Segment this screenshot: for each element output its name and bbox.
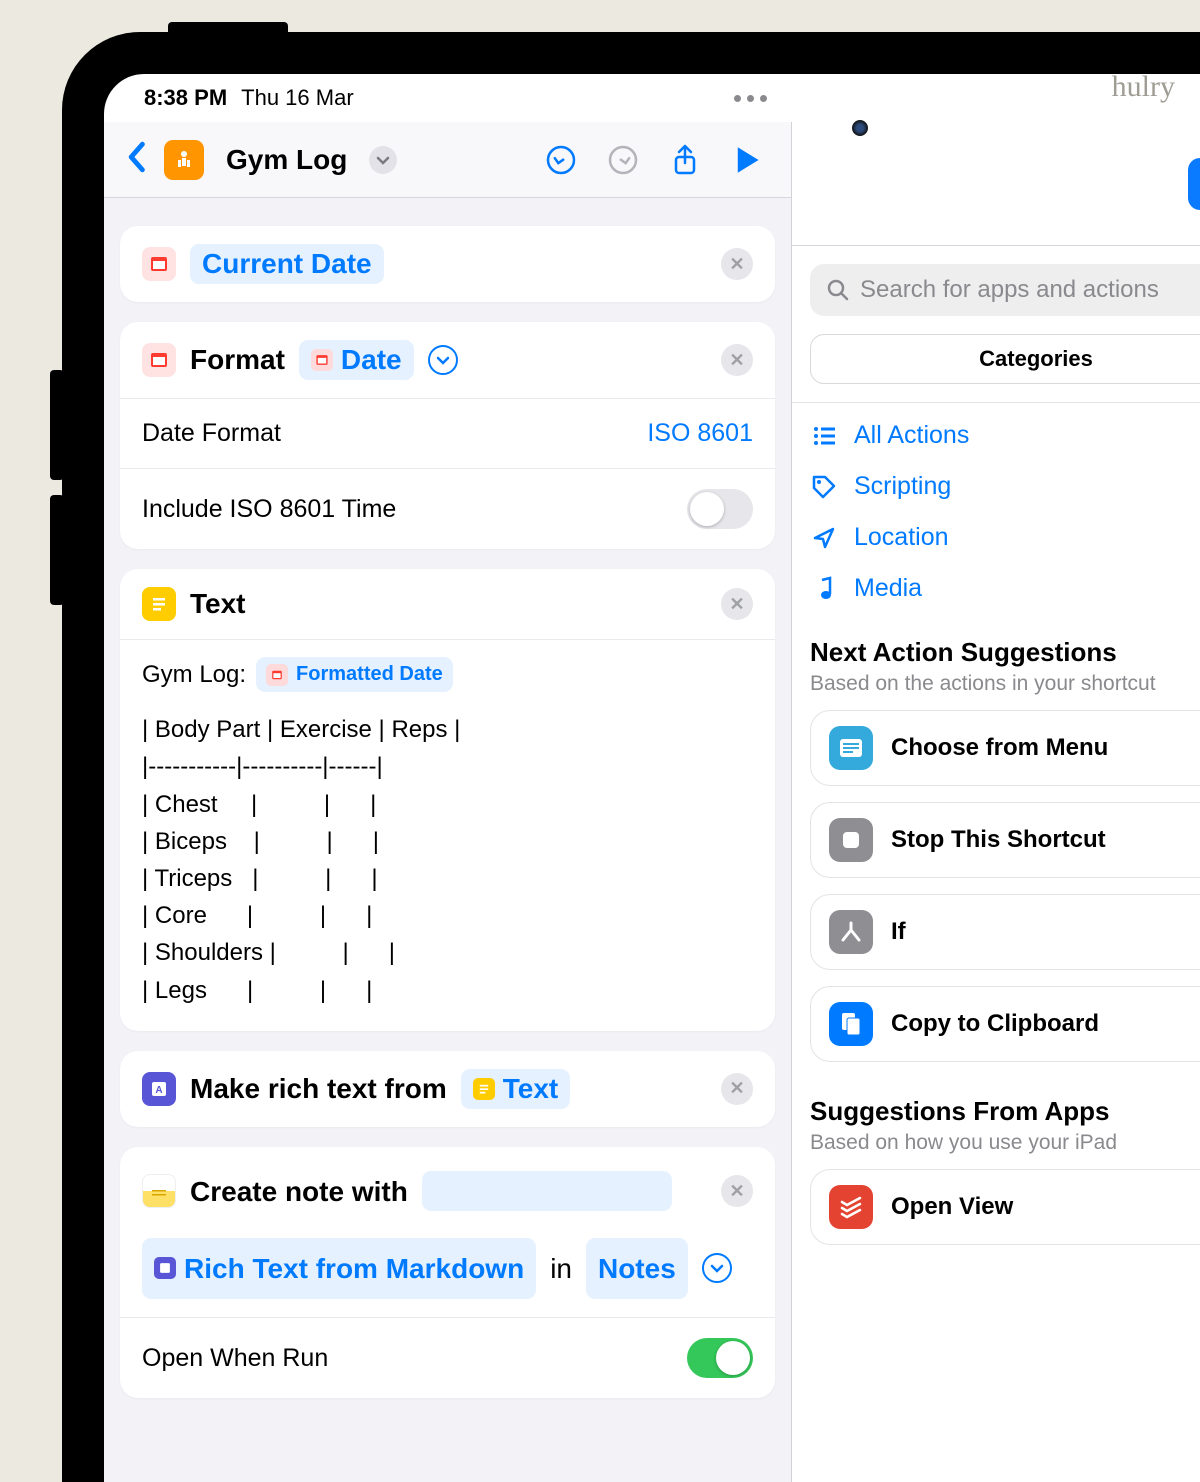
library-toolbar [792,122,1200,246]
include-time-label: Include ISO 8601 Time [142,495,396,524]
run-button[interactable] [725,138,769,182]
location-icon [810,526,838,550]
text-markdown-body: | Body Part | Exercise | Reps | |-------… [142,711,753,1009]
suggestion-stop-shortcut[interactable]: Stop This Shortcut [810,802,1200,878]
action-create-note[interactable]: Create note with ✕ Rich Text from Markdo… [120,1147,775,1398]
open-when-run-label: Open When Run [142,1344,328,1373]
clipboard-icon [829,1002,873,1046]
category-all-actions[interactable]: All Actions [810,421,1200,450]
tag-icon [810,474,838,500]
back-button[interactable] [126,141,146,178]
expand-action-icon[interactable] [428,345,458,375]
ipad-frame: 8:38 PM Thu 16 Mar Gym Log [62,32,1200,1482]
search-placeholder: Search for apps and actions [860,276,1159,304]
rich-text-verb: Make rich text from [190,1073,447,1105]
suggestions-from-sub: Based on how you use your iPad [792,1131,1200,1169]
search-icon [826,278,850,302]
category-scripting[interactable]: Scripting [810,472,1200,501]
segment-categories[interactable]: Categories [979,346,1093,372]
library-pane: Search for apps and actions Categories A… [792,122,1200,1482]
stop-icon [829,818,873,862]
delete-action-icon[interactable]: ✕ [721,588,753,620]
include-time-toggle[interactable] [687,489,753,529]
notes-app-icon [142,1174,176,1208]
share-button[interactable] [663,138,707,182]
undo-button[interactable] [539,138,583,182]
current-date-token[interactable]: Current Date [190,244,384,284]
rich-text-token[interactable]: Text [461,1069,571,1109]
notes-app-token[interactable]: Notes [586,1238,688,1299]
date-format-label: Date Format [142,419,281,448]
multitask-dots[interactable] [734,95,767,102]
open-when-run-toggle[interactable] [687,1338,753,1378]
delete-action-icon[interactable]: ✕ [721,1175,753,1207]
suggestion-choose-menu[interactable]: Choose from Menu [810,710,1200,786]
text-title: Text [190,588,246,620]
gallery-button[interactable] [1188,158,1200,210]
format-date-token[interactable]: Date [299,340,414,380]
branch-icon [829,910,873,954]
workflow-canvas: Current Date ✕ Format [104,198,791,1482]
expand-action-icon[interactable] [702,1253,732,1283]
todoist-icon [829,1185,873,1229]
delete-action-icon[interactable]: ✕ [721,1073,753,1105]
create-note-verb: Create note with [190,1165,408,1218]
suggestion-if[interactable]: If [810,894,1200,970]
row-open-when-run: Open When Run [120,1317,775,1398]
suggestion-open-view[interactable]: Open View [810,1169,1200,1245]
action-make-rich-text[interactable]: A Make rich text from Text ✕ [120,1051,775,1127]
delete-action-icon[interactable]: ✕ [721,344,753,376]
ipad-camera [852,120,868,136]
shortcut-title: Gym Log [226,144,347,176]
action-text[interactable]: Text ✕ Gym Log: Formatted Date [120,569,775,1031]
row-date-format[interactable]: Date Format ISO 8601 [120,398,775,468]
format-verb: Format [190,344,285,376]
rich-text-markdown-token[interactable]: Rich Text from Markdown [142,1238,536,1299]
date-app-icon [142,247,176,281]
category-location[interactable]: Location [810,523,1200,552]
editor-toolbar: Gym Log [104,122,791,198]
category-media[interactable]: Media [810,574,1200,603]
suggestion-list: Choose from Menu Stop This Shortcut If [792,710,1200,1062]
row-include-time: Include ISO 8601 Time [120,468,775,549]
richtext-app-icon: A [142,1072,176,1106]
status-bar: 8:38 PM Thu 16 Mar [104,74,1200,122]
date-format-value[interactable]: ISO 8601 [647,419,753,448]
list-icon [810,425,838,447]
next-suggestions-heading: Next Action Suggestions [792,603,1200,672]
create-note-blank-param[interactable] [422,1171,672,1211]
redo-button[interactable] [601,138,645,182]
music-icon [810,576,838,602]
status-time: 8:38 PM [144,85,227,111]
next-suggestions-sub: Based on the actions in your shortcut [792,672,1200,710]
delete-action-icon[interactable]: ✕ [721,248,753,280]
action-current-date[interactable]: Current Date ✕ [120,226,775,302]
in-word: in [550,1242,572,1295]
watermark: hulry [1112,70,1175,104]
screen: 8:38 PM Thu 16 Mar Gym Log [104,74,1200,1482]
text-content[interactable]: Gym Log: Formatted Date | Body Part | Ex… [120,639,775,1031]
date-app-icon [142,343,176,377]
categories-segment[interactable]: Categories [810,334,1200,384]
search-input[interactable]: Search for apps and actions [810,264,1200,316]
shortcut-options-button[interactable] [369,146,397,174]
suggestion-copy-clipboard[interactable]: Copy to Clipboard [810,986,1200,1062]
suggestions-from-heading: Suggestions From Apps [792,1062,1200,1131]
formatted-date-token[interactable]: Formatted Date [256,657,453,692]
editor-pane: Gym Log [104,122,792,1482]
menu-icon [829,726,873,770]
action-format-date[interactable]: Format Date ✕ [120,322,775,549]
category-list: All Actions Scripting Location [792,403,1200,603]
svg-text:A: A [155,1085,162,1096]
shortcut-app-icon [164,140,204,180]
text-app-icon [142,587,176,621]
status-date: Thu 16 Mar [241,85,354,111]
text-prefix: Gym Log: [142,656,246,693]
